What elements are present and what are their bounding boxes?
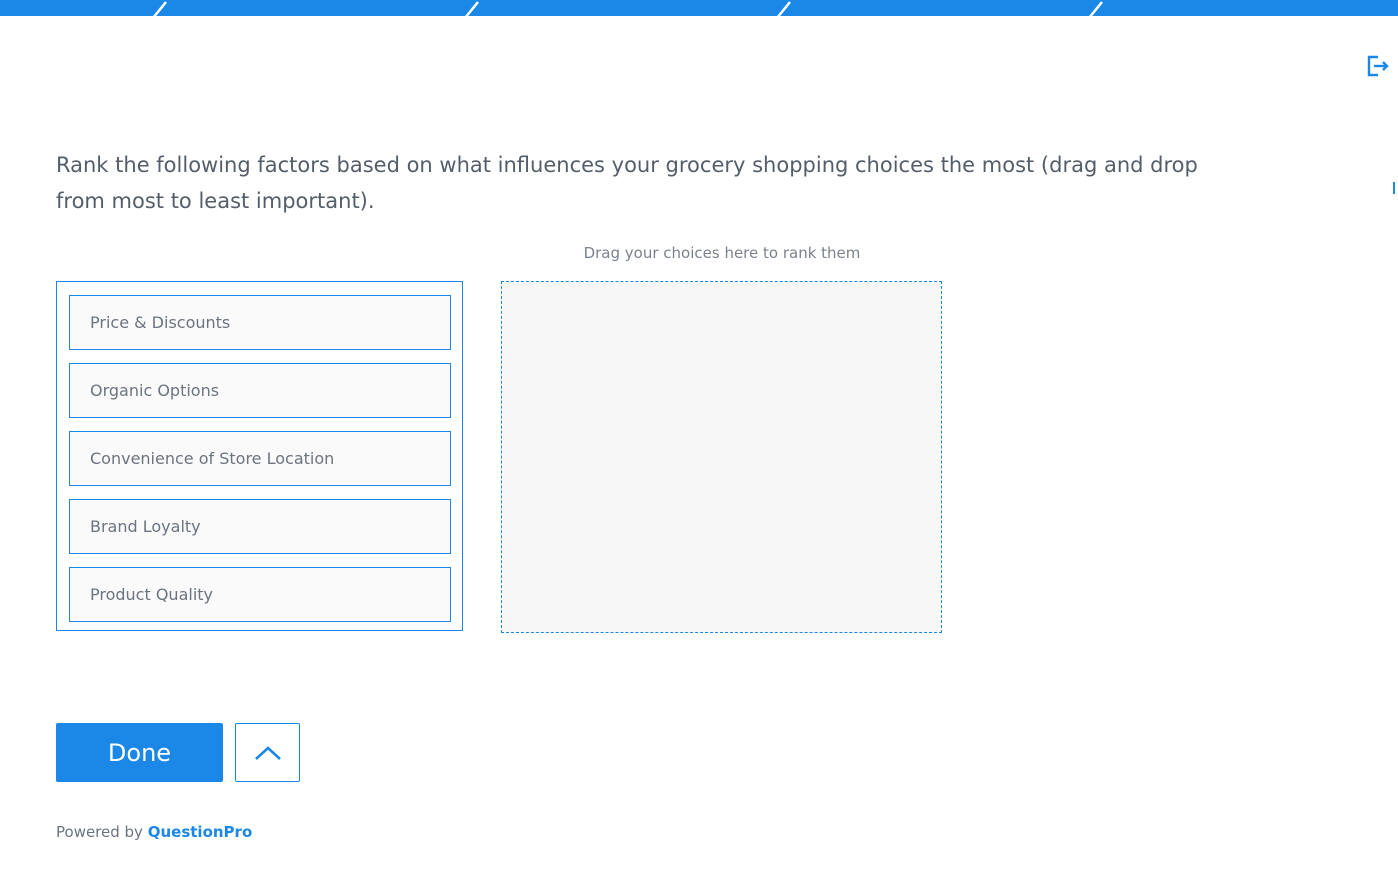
drop-zone-label: Drag your choices here to rank them [583,244,861,262]
rank-drop-zone[interactable] [501,281,942,633]
done-button[interactable]: Done [56,723,223,782]
choice-item[interactable]: Organic Options [69,363,451,418]
progress-segments [0,0,1398,16]
progress-bar [0,0,1398,16]
brand-link[interactable]: QuestionPro [148,823,253,841]
choice-item[interactable]: Convenience of Store Location [69,431,451,486]
powered-by-text: Powered by [56,823,143,841]
progress-fill [0,0,1398,16]
choice-item[interactable]: Brand Loyalty [69,499,451,554]
exit-icon [1367,55,1389,77]
powered-by: Powered by QuestionPro [56,823,252,841]
exit-button[interactable] [1366,54,1392,80]
side-marker [1393,182,1395,194]
previous-button[interactable] [235,723,300,782]
choice-item[interactable]: Price & Discounts [69,295,451,350]
choice-item[interactable]: Product Quality [69,567,451,622]
choice-list: Price & Discounts Organic Options Conven… [56,281,463,631]
chevron-up-icon [254,745,281,760]
question-text: Rank the following factors based on what… [56,153,1198,213]
